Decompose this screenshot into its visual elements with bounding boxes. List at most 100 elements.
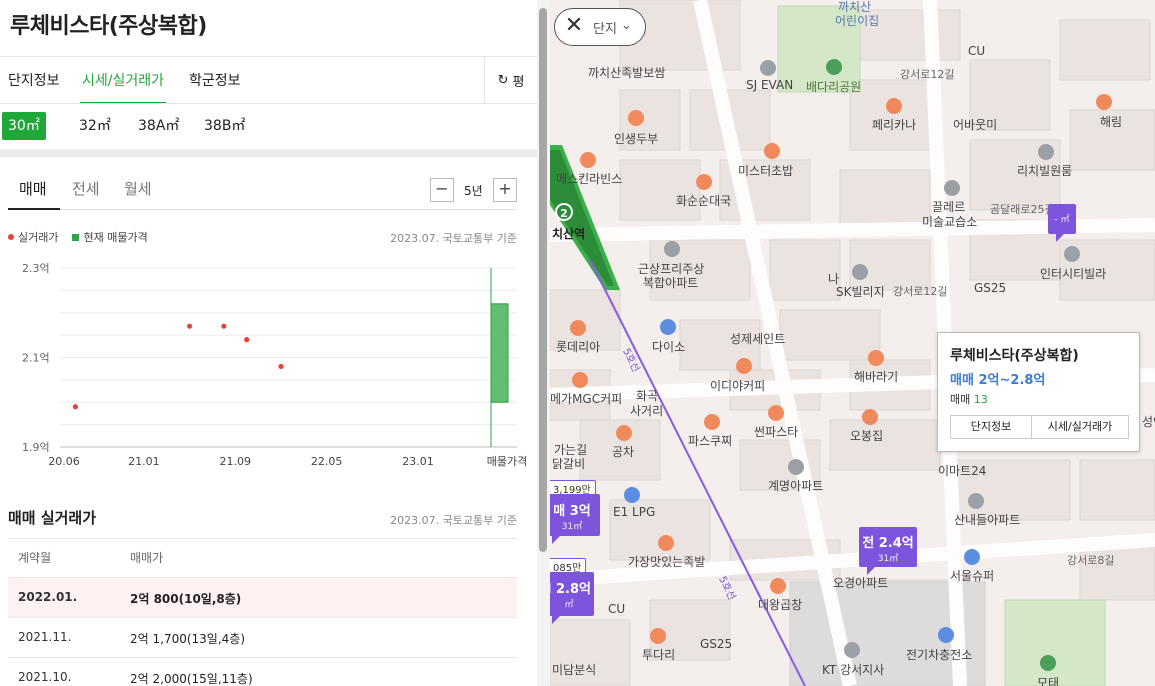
x-tick-label: 21.01 xyxy=(128,455,160,468)
deal-tab-jeonse[interactable]: 전세 xyxy=(72,178,100,199)
period-value: 5년 xyxy=(464,184,483,198)
deal-tab-sale[interactable]: 매매 xyxy=(19,178,47,199)
restaurant-icon xyxy=(570,320,586,336)
restaurant-icon xyxy=(580,152,596,168)
poi-label: 복합아파트 xyxy=(643,276,699,290)
row-price: 2억 1,700(13일,4층) xyxy=(130,632,246,646)
divider xyxy=(0,103,537,104)
restaurant-icon xyxy=(658,535,674,551)
complex-marker[interactable]: 전 2.4억 31㎡ xyxy=(859,527,917,575)
popup-price-button[interactable]: 시세/실거래가 xyxy=(1031,415,1129,439)
table-row[interactable]: 2022.01. 2억 800(10일,8층) xyxy=(8,577,517,617)
close-icon[interactable]: ✕ xyxy=(555,8,593,46)
poi-label: 전기차충전소 xyxy=(906,648,973,662)
poi-label: CU xyxy=(608,602,626,616)
table-row[interactable]: 2021.11. 2억 1,700(13일,4층) xyxy=(8,617,517,657)
area-tab-38a[interactable]: 38A㎡ xyxy=(132,112,185,140)
area-tab-38b[interactable]: 38B㎡ xyxy=(198,112,251,140)
restaurant-icon xyxy=(862,409,878,425)
divider xyxy=(8,538,517,539)
poi-label: 리치빌원룸 xyxy=(1017,164,1073,178)
top-tab-bar: 단지정보 시세/실거래가 학군정보 xyxy=(0,56,537,104)
map-filter-bar: ✕ 단지 ⌄ xyxy=(554,8,646,46)
tab-school[interactable]: 학군정보 xyxy=(189,70,241,90)
complex-marker[interactable]: - ㎡ xyxy=(1048,204,1076,242)
popup-title: 루체비스타(주상복합) xyxy=(950,348,1079,364)
marker-price: 전 2.4억 xyxy=(862,536,914,551)
x-tick-label: 매물가격 xyxy=(487,455,527,468)
popup-count-label: 매매 xyxy=(950,393,971,406)
building-icon xyxy=(968,493,984,509)
marker-area: 31㎡ xyxy=(561,522,583,532)
period-minus-button[interactable]: − xyxy=(430,178,454,202)
tab-complex-info[interactable]: 단지정보 xyxy=(8,70,60,90)
history-title: 매매 실거래가 xyxy=(8,509,97,527)
marker-price: 매 3억 xyxy=(553,504,591,519)
area-tab-32[interactable]: 32㎡ xyxy=(73,112,117,140)
poi-label: 오경아파트 xyxy=(833,576,889,590)
poi-label: 어린이집 xyxy=(835,14,880,28)
park-icon xyxy=(826,59,842,75)
poi-label: 투다리 xyxy=(642,648,676,662)
poi-label: 계명아파트 xyxy=(768,479,824,493)
park-icon xyxy=(1040,655,1056,671)
row-date: 2022.01. xyxy=(18,590,78,604)
x-tick-label: 23.01 xyxy=(402,455,434,468)
poi-label: 미술교습소 xyxy=(922,215,978,229)
basis-note: 2023.07. 국토교통부 기준 xyxy=(390,232,517,245)
building-icon xyxy=(844,642,860,658)
popup-count-value: 13 xyxy=(973,393,988,406)
station-name[interactable]: 치산역 xyxy=(552,225,585,242)
poi-label: 성제세인트 xyxy=(730,332,786,346)
building-icon xyxy=(1038,144,1054,160)
x-tick-label: 20.06 xyxy=(48,455,80,468)
panel-scrollbar[interactable] xyxy=(537,0,550,686)
poi-label: 산내들아파트 xyxy=(954,513,1021,527)
period-plus-button[interactable]: + xyxy=(493,178,517,202)
poi-label: SK빌리지 xyxy=(836,285,885,299)
poi-label: 모태 xyxy=(1037,676,1060,686)
poi-label: 미담분식 xyxy=(552,663,597,677)
charging-icon xyxy=(938,627,954,643)
poi-label: 파스쿠찌 xyxy=(688,434,733,448)
poi-label: 사거리 xyxy=(630,404,664,418)
poi-label: SJ EVAN xyxy=(746,78,794,92)
area-tab-30[interactable]: 30㎡ xyxy=(2,112,46,140)
legend-actual: 실거래가 xyxy=(18,231,59,244)
poi-label: 이마트24 xyxy=(938,464,987,478)
poi-label: 메가MGC커피 xyxy=(550,392,623,406)
complex-marker[interactable]: l 2.8억 ㎡ xyxy=(550,572,594,624)
school-icon xyxy=(944,180,960,196)
restaurant-icon xyxy=(886,98,902,114)
poi-label: 공차 xyxy=(612,445,635,459)
row-date: 2021.10. xyxy=(18,670,72,684)
table-row[interactable]: 2021.10. 2억 2,000(15일,11층) xyxy=(8,657,517,686)
map-view[interactable]: 2 치산역 5호선 5호선 까치산 어린이집 CU 까치산족발보쌈 SJ EVA… xyxy=(550,0,1155,686)
building-icon xyxy=(788,459,804,475)
poi-label: 까치산족발보쌈 xyxy=(588,66,666,80)
complex-marker[interactable]: 매 3억 31㎡ xyxy=(550,494,600,544)
poi-label: 닭갈비 xyxy=(552,457,586,471)
restaurant-icon xyxy=(770,578,786,594)
complex-filter-dropdown[interactable]: 단지 ⌄ xyxy=(593,18,632,37)
poi-label: 대왕곱창 xyxy=(758,598,803,612)
scrollbar-thumb[interactable] xyxy=(539,8,547,552)
complex-detail-panel: 루체비스타(주상복합) 단지정보 시세/실거래가 학군정보 ↻ 평 30㎡ 32… xyxy=(0,0,537,686)
building-icon xyxy=(1064,246,1080,262)
popup-info-button[interactable]: 단지정보 xyxy=(950,415,1032,439)
poi-label: 인터시티빌라 xyxy=(1040,267,1107,281)
actual-price-point xyxy=(244,337,250,343)
poi-label: 메스킨라빈스 xyxy=(556,172,623,186)
street-label: 강서로12길 xyxy=(900,68,955,81)
deal-tab-monthly[interactable]: 월세 xyxy=(124,178,152,199)
poi-label: 미스터초밥 xyxy=(738,164,794,178)
shop-icon xyxy=(660,319,676,335)
cafe-icon xyxy=(616,425,632,441)
pyeong-toggle-button[interactable]: ↻ 평 xyxy=(484,56,537,104)
cafe-icon xyxy=(736,358,752,374)
row-price: 2억 800(10일,8층) xyxy=(130,592,242,606)
tab-price[interactable]: 시세/실거래가 xyxy=(80,70,166,104)
poi-label: 롯데리아 xyxy=(556,340,601,354)
marker-area: ㎡ xyxy=(564,600,574,610)
poi-label: 화순순대국 xyxy=(676,194,732,208)
